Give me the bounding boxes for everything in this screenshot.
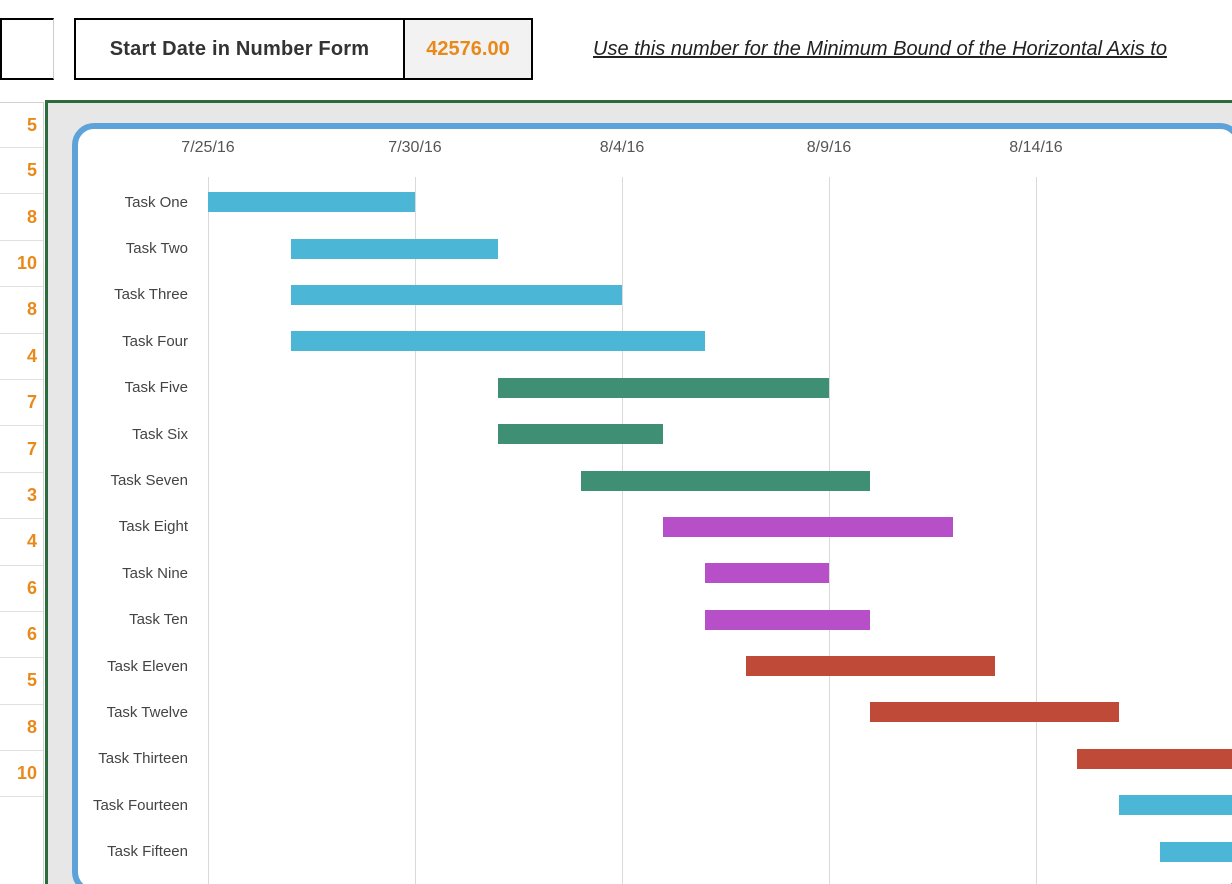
task-label: Task Twelve: [78, 704, 198, 721]
task-row: Task Twelve: [208, 689, 1232, 735]
task-label: Task One: [78, 194, 198, 211]
task-label: Task Ten: [78, 611, 198, 628]
x-axis-tick: 7/30/16: [388, 139, 441, 157]
task-row: Task Eleven: [208, 643, 1232, 689]
duration-cell[interactable]: 6: [0, 612, 43, 658]
x-axis-tick: 8/9/16: [807, 139, 851, 157]
duration-cell[interactable]: 5: [0, 658, 43, 704]
task-label: Task Five: [78, 379, 198, 396]
duration-cell[interactable]: 4: [0, 519, 43, 565]
duration-cell[interactable]: 8: [0, 287, 43, 333]
gantt-chart: 7/25/16 7/30/16 8/4/16 8/9/16 8/14/16 Task O…: [78, 129, 1232, 884]
task-row: Task Five: [208, 365, 1232, 411]
task-bar[interactable]: [705, 563, 829, 583]
task-bar[interactable]: [208, 192, 415, 212]
task-label: Task Two: [78, 240, 198, 257]
duration-cell[interactable]: 6: [0, 566, 43, 612]
task-row: Task One: [208, 179, 1232, 225]
task-bar[interactable]: [663, 517, 953, 537]
task-label: Task Thirteen: [78, 750, 198, 767]
duration-cell[interactable]: 5: [0, 148, 43, 194]
task-row: Task Two: [208, 225, 1232, 271]
axis-hint-text: Use this number for the Minimum Bound of…: [533, 18, 1232, 80]
duration-cell[interactable]: 7: [0, 380, 43, 426]
task-label: Task Six: [78, 426, 198, 443]
duration-cell[interactable]: 3: [0, 473, 43, 519]
plot-area: Task OneTask TwoTask ThreeTask FourTask …: [208, 179, 1232, 884]
task-row: Task Eight: [208, 504, 1232, 550]
task-bar[interactable]: [291, 285, 622, 305]
task-bar[interactable]: [1077, 749, 1232, 769]
task-bar[interactable]: [705, 610, 871, 630]
duration-cell[interactable]: 5: [0, 103, 43, 148]
task-row: Task Fourteen: [208, 782, 1232, 828]
duration-cell[interactable]: 8: [0, 194, 43, 240]
task-row: Task Three: [208, 272, 1232, 318]
task-bar[interactable]: [498, 424, 664, 444]
task-row: Task Six: [208, 411, 1232, 457]
duration-cell[interactable]: 8: [0, 705, 43, 751]
task-bar[interactable]: [1160, 842, 1232, 862]
x-axis-tick: 8/14/16: [1009, 139, 1062, 157]
task-row: Task Ten: [208, 597, 1232, 643]
task-label: Task Eight: [78, 518, 198, 535]
start-date-label: Start Date in Number Form: [110, 38, 369, 61]
task-label: Task Fifteen: [78, 843, 198, 860]
x-axis: 7/25/167/30/168/4/168/9/168/14/16: [208, 129, 1232, 169]
task-label: Task Eleven: [78, 658, 198, 675]
task-row: Task Nine: [208, 550, 1232, 596]
task-label: Task Seven: [78, 472, 198, 489]
duration-column: 55810847734665810: [0, 102, 44, 884]
empty-header-cell: [0, 18, 54, 80]
header-row: Start Date in Number Form 42576.00 Use t…: [0, 18, 1232, 80]
start-date-value-cell[interactable]: 42576.00: [403, 18, 533, 80]
x-axis-tick: 7/25/16: [181, 139, 234, 157]
task-bar[interactable]: [581, 471, 871, 491]
task-bar[interactable]: [291, 239, 498, 259]
task-bar[interactable]: [746, 656, 994, 676]
duration-cell[interactable]: 10: [0, 241, 43, 287]
chart-container[interactable]: 7/25/16 7/30/16 8/4/16 8/9/16 8/14/16 Task O…: [72, 123, 1232, 884]
task-row: Task Four: [208, 318, 1232, 364]
duration-cell[interactable]: 10: [0, 751, 43, 797]
task-bar[interactable]: [498, 378, 829, 398]
start-date-value: 42576.00: [426, 38, 509, 61]
task-row: Task Thirteen: [208, 736, 1232, 782]
task-row: Task Seven: [208, 457, 1232, 503]
duration-cell[interactable]: 4: [0, 334, 43, 380]
task-row: Task Fifteen: [208, 828, 1232, 874]
task-bar[interactable]: [291, 331, 705, 351]
task-label: Task Three: [78, 286, 198, 303]
task-label: Task Four: [78, 333, 198, 350]
task-bar[interactable]: [870, 702, 1118, 722]
task-label: Task Nine: [78, 565, 198, 582]
task-bar[interactable]: [1119, 795, 1232, 815]
chart-selection-frame: 7/25/16 7/30/16 8/4/16 8/9/16 8/14/16 Task O…: [45, 100, 1232, 884]
duration-cell[interactable]: 7: [0, 426, 43, 472]
task-label: Task Fourteen: [78, 797, 198, 814]
x-axis-tick: 8/4/16: [600, 139, 644, 157]
start-date-label-cell: Start Date in Number Form: [74, 18, 403, 80]
